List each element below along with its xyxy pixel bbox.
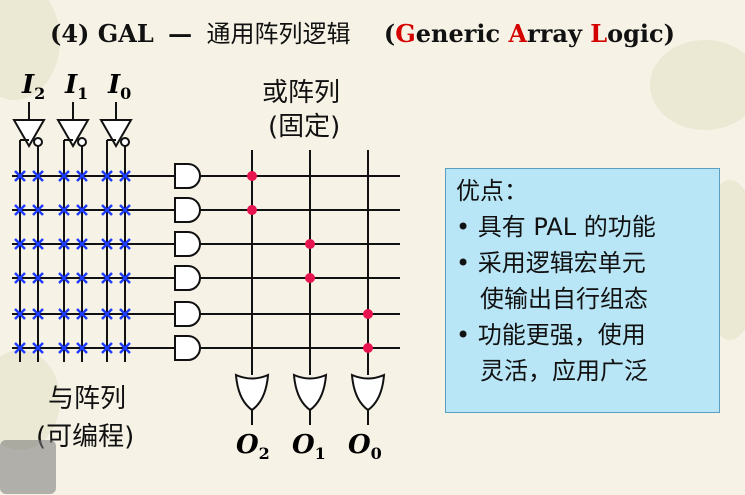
input-buffer-i0: [99, 119, 133, 149]
or-connection-dot: [305, 273, 315, 283]
or-connection-dot: [247, 171, 257, 181]
advantage-item: • 功能更强，使用: [456, 321, 646, 349]
advantages-heading: 优点：: [456, 177, 528, 205]
input-buffer-i2: [12, 119, 46, 149]
and-array-crosses: [14, 170, 131, 354]
or-connection-dot: [305, 239, 315, 249]
or-connection-dot: [363, 309, 373, 319]
advantage-item: • 具有 PAL 的功能: [456, 213, 656, 241]
advantage-item-continued: 使输出自行组态: [480, 285, 648, 313]
or-connection-dot: [247, 205, 257, 215]
advantage-item-continued: 灵活，应用广泛: [480, 357, 648, 385]
advantages-box: 优点： • 具有 PAL 的功能 • 采用逻辑宏单元 使输出自行组态 • 功能更…: [445, 168, 720, 413]
or-connection-dot: [363, 343, 373, 353]
input-buffer-i1: [56, 119, 90, 149]
watermark-logo: [0, 440, 56, 494]
advantage-item: • 采用逻辑宏单元: [456, 249, 646, 277]
